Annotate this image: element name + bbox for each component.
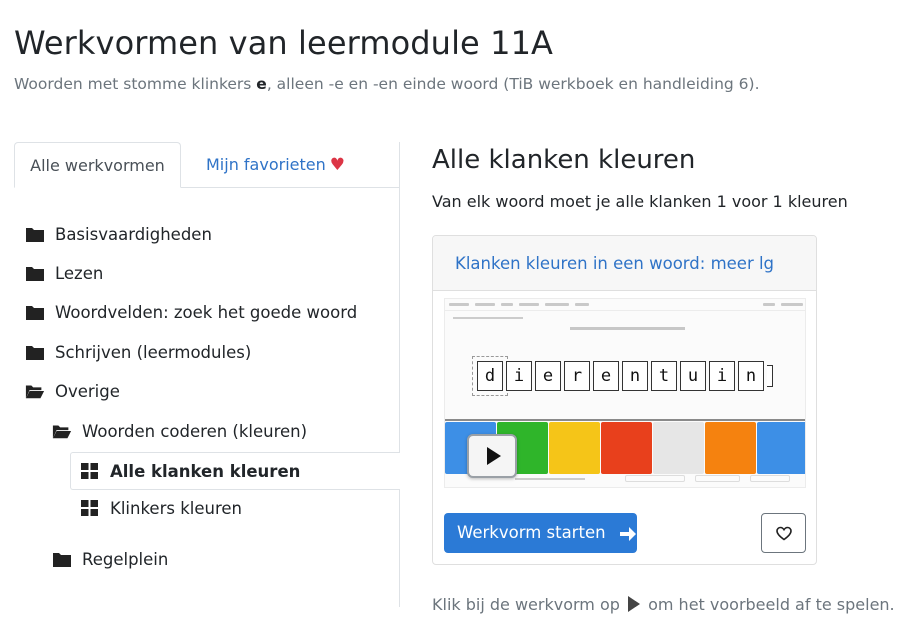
preview-letter-box: n xyxy=(738,361,764,391)
tree-item-label: Basisvaardigheden xyxy=(55,224,212,244)
activity-card: Klanken kleuren in een woord: meer lg di… xyxy=(432,235,817,565)
arrow-right-icon xyxy=(619,526,636,541)
preview-video[interactable]: dierentuin xyxy=(444,298,806,488)
preview-letter-box: i xyxy=(506,361,532,391)
preview-color-swatch xyxy=(757,422,805,474)
preview-letter-box: e xyxy=(593,361,619,391)
preview-letter-box: u xyxy=(680,361,706,391)
detail-title: Alle klanken kleuren xyxy=(432,145,696,175)
preview-letter-box: r xyxy=(564,361,590,391)
heart-icon: ♥ xyxy=(329,155,345,175)
preview-letter-box: i xyxy=(709,361,735,391)
tree-item-woordvelden[interactable]: Woordvelden: zoek het goede woord xyxy=(25,295,357,329)
page-title: Werkvormen van leermodule 11A xyxy=(14,24,554,62)
tree-item-schrijven[interactable]: Schrijven (leermodules) xyxy=(25,335,251,369)
folder-open-icon xyxy=(25,385,45,399)
tree-item-regelplein[interactable]: Regelplein xyxy=(52,542,168,576)
preview-color-swatch xyxy=(653,422,704,474)
tree-item-woorden-coderen[interactable]: Woorden coderen (kleuren) xyxy=(52,414,307,448)
subtitle-text: Woorden met stomme klinkers xyxy=(14,75,257,93)
tree-item-klinkers-kleuren[interactable]: Klinkers kleuren xyxy=(80,491,242,525)
start-button[interactable]: Werkvorm starten xyxy=(444,513,637,553)
folder-icon xyxy=(26,346,44,360)
folder-open-icon xyxy=(52,425,72,439)
favorite-button[interactable] xyxy=(761,513,806,553)
folder-icon xyxy=(53,553,71,567)
folder-icon xyxy=(26,228,44,242)
preview-letter-end xyxy=(767,365,773,387)
play-button[interactable] xyxy=(467,434,517,478)
preview-color-swatch xyxy=(601,422,652,474)
tab-mijn-favorieten[interactable]: Mijn favorieten ♥ xyxy=(206,142,345,188)
preview-letter-box: n xyxy=(622,361,648,391)
page-subtitle: Woorden met stomme klinkers e, alleen -e… xyxy=(14,75,760,93)
tree-item-alle-klanken-kleuren[interactable]: Alle klanken kleuren xyxy=(70,452,400,490)
folder-icon xyxy=(26,306,44,320)
preview-topbar xyxy=(445,299,805,311)
tree-item-label: Woordvelden: zoek het goede woord xyxy=(55,302,358,322)
sidebar-divider xyxy=(399,142,400,607)
grid-icon xyxy=(81,500,98,516)
preview-letter-boxes: dierentuin xyxy=(472,356,773,396)
folder-icon xyxy=(26,267,44,281)
subtitle-bold-letter: e xyxy=(256,75,267,93)
tree-item-label: Schrijven (leermodules) xyxy=(55,342,252,362)
preview-bottombar xyxy=(505,475,795,483)
subtitle-text-end: , alleen -e en -en einde woord (TiB werk… xyxy=(266,75,760,93)
tree-item-label: Lezen xyxy=(55,263,104,283)
tree-item-label: Klinkers kleuren xyxy=(110,498,242,518)
preview-letter-box: d xyxy=(472,356,508,396)
tab-mijn-favorieten-label: Mijn favorieten xyxy=(206,155,326,174)
preview-letter-box: e xyxy=(535,361,561,391)
tree-item-label: Alle klanken kleuren xyxy=(110,461,301,481)
tree-item-label: Overige xyxy=(55,381,120,401)
card-title-link[interactable]: Klanken kleuren in een woord: meer lg xyxy=(433,236,816,291)
tab-alle-werkvormen[interactable]: Alle werkvormen xyxy=(14,142,181,188)
footer-note-text: Klik bij de werkvorm op xyxy=(432,595,620,614)
tree-item-label: Woorden coderen (kleuren) xyxy=(82,421,308,441)
preview-color-swatch xyxy=(705,422,756,474)
tab-bar: Alle werkvormen Mijn favorieten ♥ xyxy=(14,142,399,188)
footer-note-text-end: om het voorbeeld af te spelen. xyxy=(648,595,895,614)
tree-item-basisvaardigheden[interactable]: Basisvaardigheden xyxy=(25,217,212,251)
tree-item-lezen[interactable]: Lezen xyxy=(25,256,103,290)
start-button-label: Werkvorm starten xyxy=(457,523,606,542)
tab-alle-werkvormen-label: Alle werkvormen xyxy=(30,156,165,175)
grid-icon xyxy=(81,463,98,479)
preview-instruction xyxy=(570,327,685,330)
preview-letter-box: t xyxy=(651,361,677,391)
heart-outline-icon xyxy=(775,526,792,540)
preview-palette-line xyxy=(445,419,805,421)
footer-note: Klik bij de werkvorm op om het voorbeeld… xyxy=(432,595,895,614)
tree-item-overige[interactable]: Overige xyxy=(25,374,120,408)
detail-description: Van elk woord moet je alle klanken 1 voo… xyxy=(432,192,848,211)
preview-color-swatch xyxy=(549,422,600,474)
play-icon xyxy=(487,447,501,465)
preview-slider xyxy=(453,317,523,319)
tree-item-label: Regelplein xyxy=(82,549,169,569)
play-icon xyxy=(628,596,640,612)
